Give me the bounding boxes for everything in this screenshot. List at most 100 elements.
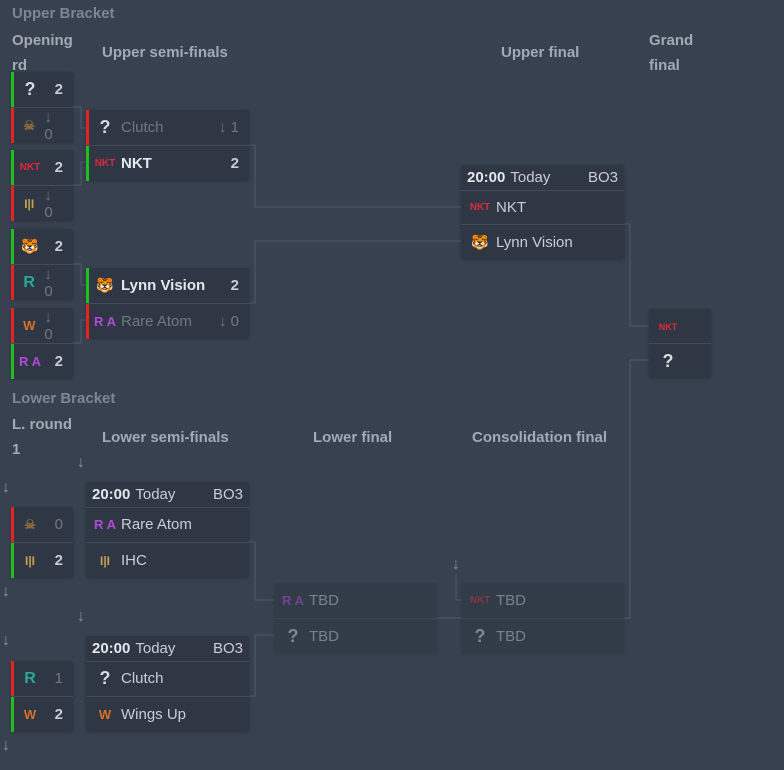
team-score: 0 [54, 516, 63, 533]
team-row[interactable]: ? [649, 343, 711, 379]
loss-indicator [11, 108, 14, 143]
team-name: Wings Up [121, 706, 187, 723]
team-name: TBD [309, 628, 339, 645]
arrow-down-icon: ↓ [2, 583, 10, 600]
nkt-logo-icon: NKT [469, 202, 491, 213]
team-row[interactable]: 🐯 2 [11, 229, 73, 264]
team-name: Clutch [121, 670, 164, 687]
lower-round1-match[interactable]: R1W2 [11, 661, 73, 732]
team-row[interactable]: ☠ 0 [11, 507, 73, 542]
header-lower-semis: Lower semi-finals [102, 429, 229, 446]
rare-atom-logo-icon: R A [94, 314, 116, 329]
team-row[interactable]: ☠ ↓ 0 [11, 107, 73, 143]
arrow-down-icon: ↓ [77, 454, 85, 471]
team-row[interactable]: R ↓ 0 [11, 264, 73, 300]
team-row[interactable]: NKT NKT [461, 190, 624, 225]
header-upper-semis: Upper semi-finals [102, 44, 228, 61]
opening-match[interactable]: W ↓ 0 R A 2 [11, 308, 73, 379]
win-indicator [86, 146, 89, 181]
header-lower-final: Lower final [313, 429, 393, 446]
win-indicator [11, 543, 14, 578]
loss-indicator [11, 308, 14, 343]
team-name: Rare Atom [121, 516, 192, 533]
team-row[interactable]: ? Clutch ↓ 1 [86, 110, 249, 145]
team-score: 2 [54, 238, 63, 255]
team-row[interactable]: Ι|I IHC [86, 542, 249, 578]
wings-up-logo-icon: W [98, 707, 112, 722]
upper-semi-match[interactable]: 🐯 Lynn Vision 2 R A Rare Atom ↓ 0 [86, 268, 249, 339]
team-name: TBD [496, 628, 526, 645]
loss-indicator [11, 507, 14, 542]
win-indicator [11, 344, 14, 379]
lynn-vision-logo-icon: 🐯 [21, 238, 39, 254]
wings-up-logo-icon: W [23, 707, 37, 722]
grand-final-match[interactable]: NKT? [649, 309, 711, 377]
loss-indicator [11, 661, 14, 696]
arrow-down-icon: ↓ [2, 479, 10, 496]
upper-semi-match[interactable]: ? Clutch ↓ 1 NKT NKT 2 [86, 110, 249, 181]
loss-indicator [86, 110, 89, 145]
team-score: 2 [230, 155, 239, 172]
upper-bracket-title: Upper Bracket [12, 5, 115, 22]
question-icon: ? [662, 351, 674, 371]
team-row[interactable]: ? TBD [274, 618, 437, 654]
team-name: TBD [496, 592, 526, 609]
team-name: IHC [121, 552, 147, 569]
consolidation-final-match[interactable]: NKT TBD? TBD [461, 583, 624, 653]
match-day: Today [135, 486, 176, 503]
team-row[interactable]: Ι|I ↓ 0 [11, 185, 73, 221]
team-row[interactable]: R A TBD [274, 583, 437, 618]
team-row[interactable]: NKT 2 [11, 150, 73, 185]
loss-indicator [11, 186, 14, 221]
team-name: Lynn Vision [496, 234, 573, 251]
team-row[interactable]: 🐯 Lynn Vision [461, 224, 624, 260]
wings-up-logo-icon: W [23, 318, 36, 333]
team-row[interactable]: R A 2 [11, 343, 73, 379]
lower-round1-match[interactable]: ☠ 0 Ι|I 2 [11, 507, 73, 578]
team-row[interactable]: NKT [649, 309, 711, 344]
lower-semi-match[interactable]: 20:00 Today BO3 R A Rare Atom Ι|I IHC [86, 482, 249, 577]
team-row[interactable]: Ι|I 2 [11, 542, 73, 578]
header-opening-round: Opening rd [12, 32, 73, 74]
loss-indicator [11, 265, 14, 300]
upper-final-match[interactable]: 20:00 Today BO3 NKT NKT 🐯 Lynn Vision [461, 165, 624, 259]
mask-logo-icon: ☠ [23, 117, 36, 133]
r-logo-icon: R [24, 669, 36, 687]
team-row[interactable]: R A Rare Atom ↓ 0 [86, 303, 249, 339]
team-row[interactable]: R1 [11, 661, 73, 696]
team-row[interactable]: W2 [11, 696, 73, 732]
team-score: 2 [54, 552, 63, 569]
lower-semi-match[interactable]: 20:00 Today BO3? Clutch W Wings Up [86, 636, 249, 731]
nkt-logo-icon: NKT [469, 595, 491, 606]
team-row[interactable]: ? Clutch [86, 661, 249, 696]
question-icon: ? [474, 626, 486, 646]
team-score: 2 [54, 159, 63, 176]
team-row[interactable]: ? TBD [461, 618, 624, 654]
lower-final-match[interactable]: R A TBD? TBD [274, 583, 437, 653]
team-row[interactable]: NKT NKT 2 [86, 145, 249, 181]
team-row[interactable]: W Wings Up [86, 696, 249, 732]
question-icon: ? [287, 626, 299, 646]
team-score: ↓ 0 [218, 313, 239, 330]
question-icon: ? [24, 79, 36, 99]
match-time: 20:00 [92, 640, 131, 657]
team-row[interactable]: NKT TBD [461, 583, 624, 618]
team-name: Rare Atom [121, 313, 192, 330]
match-header: 20:00 Today BO3 [86, 636, 249, 662]
question-icon: ? [99, 117, 111, 137]
match-format: BO3 [587, 169, 618, 186]
header-consolidation-final: Consolidation final [472, 429, 607, 446]
team-row[interactable]: 🐯 Lynn Vision 2 [86, 268, 249, 303]
lynn-vision-logo-icon: 🐯 [471, 234, 489, 250]
ihc-logo-icon: Ι|I [99, 553, 111, 568]
arrow-down-icon: ↓ [452, 556, 460, 573]
opening-match[interactable]: 🐯 2 R ↓ 0 [11, 229, 73, 300]
opening-match[interactable]: NKT 2 Ι|I ↓ 0 [11, 150, 73, 221]
team-score: 1 [54, 670, 63, 687]
team-row[interactable]: W ↓ 0 [11, 308, 73, 343]
rare-atom-logo-icon: R A [94, 517, 116, 532]
mask-logo-icon: ☠ [24, 516, 36, 532]
team-row[interactable]: ? 2 [11, 72, 73, 107]
opening-match[interactable]: ? 2 ☠ ↓ 0 [11, 72, 73, 143]
team-row[interactable]: R A Rare Atom [86, 507, 249, 542]
